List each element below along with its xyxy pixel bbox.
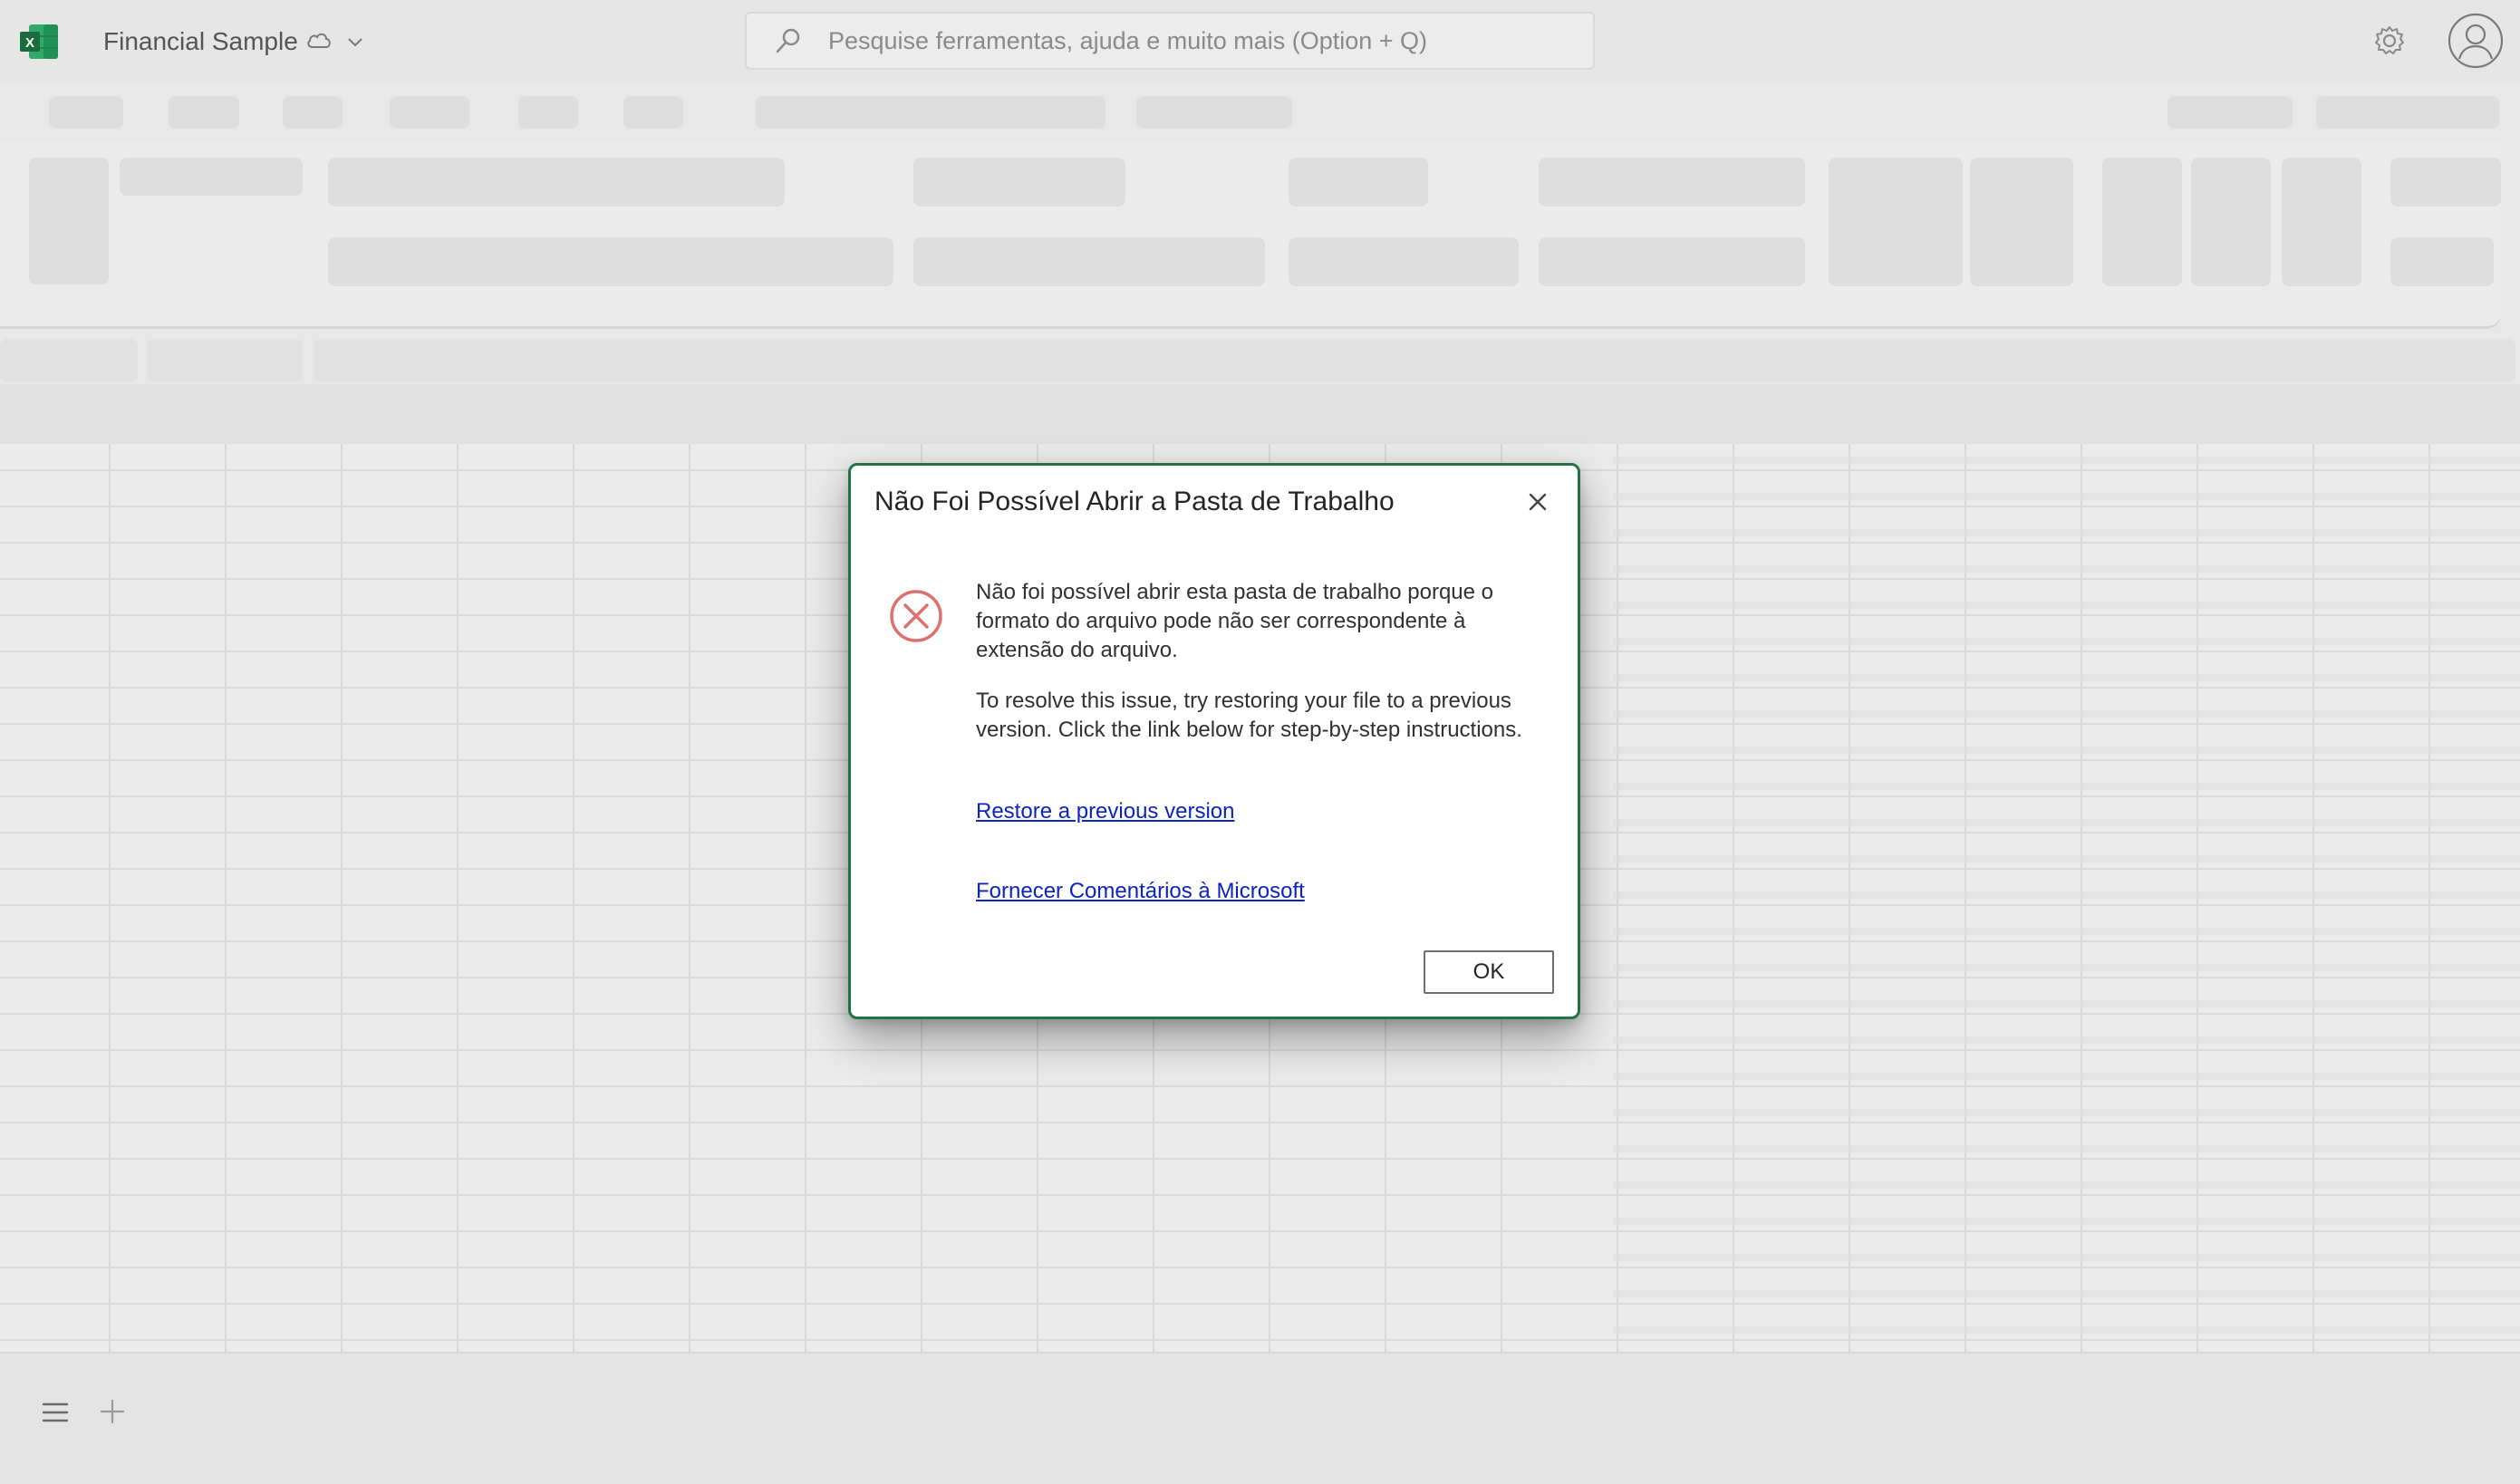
sheet-tabs-bar: [0, 1352, 2520, 1484]
ribbon-control-placeholder: [1829, 158, 1963, 286]
ribbon-control-placeholder: [2191, 158, 2271, 286]
ribbon-control-placeholder: [1539, 237, 1805, 286]
ribbon-tab-placeholder: [169, 96, 239, 129]
ribbon-tab-placeholder: [283, 96, 343, 129]
ribbon-tab-placeholder: [2316, 96, 2499, 129]
gear-icon[interactable]: [2372, 24, 2407, 58]
feedback-link[interactable]: Fornecer Comentários à Microsoft: [976, 877, 1305, 906]
ok-button[interactable]: OK: [1424, 950, 1554, 994]
dialog-title: Não Foi Possível Abrir a Pasta de Trabal…: [874, 487, 1395, 516]
ribbon-tab-placeholder: [756, 96, 1106, 129]
chevron-down-icon[interactable]: [346, 33, 364, 51]
ribbon-tab-placeholder: [623, 96, 683, 129]
restore-previous-version-link[interactable]: Restore a previous version: [976, 797, 1234, 826]
svg-text:X: X: [25, 35, 34, 51]
ribbon-tab-placeholder: [518, 96, 578, 129]
document-title[interactable]: Financial Sample: [103, 24, 298, 59]
ribbon-control-placeholder: [1970, 158, 2073, 286]
error-message-text: Não foi possível abrir esta pasta de tra…: [976, 580, 1494, 662]
ribbon-control-placeholder: [2390, 158, 2501, 207]
ribbon-control-placeholder: [1289, 237, 1519, 286]
ribbon-control-placeholder: [2102, 158, 2182, 286]
hamburger-icon[interactable]: [40, 1399, 71, 1426]
ribbon-control-placeholder: [328, 158, 785, 207]
close-icon[interactable]: [1521, 486, 1554, 518]
ribbon-control-placeholder: [29, 158, 109, 284]
avatar-icon[interactable]: [2448, 13, 2504, 69]
ribbon-control-placeholder: [2282, 158, 2361, 286]
ribbon-control-placeholder: [913, 237, 1265, 286]
ribbon-panel-skeleton: [0, 141, 2501, 329]
dialog-message: Não foi possível abrir esta pasta de tra…: [976, 578, 1538, 745]
ribbon-control-placeholder: [2390, 237, 2494, 286]
formula-input-placeholder: [314, 339, 2515, 382]
search-box[interactable]: [745, 12, 1595, 70]
error-dialog: Não Foi Possível Abrir a Pasta de Trabal…: [848, 463, 1580, 1019]
plus-icon[interactable]: [98, 1397, 127, 1426]
ribbon-control-placeholder: [1539, 158, 1805, 207]
ribbon-control-placeholder: [328, 237, 893, 286]
formula-bar-skeleton: [0, 337, 2520, 384]
column-header-band: [0, 384, 2520, 444]
title-bar: X Financial Sample: [0, 0, 2520, 83]
formula-button-placeholder: [147, 339, 303, 382]
ribbon-tab-placeholder: [2168, 96, 2293, 129]
ribbon-tab-placeholder: [49, 96, 123, 129]
search-input[interactable]: [828, 21, 1571, 61]
grid-loading-shimmer: [1613, 444, 2520, 1352]
error-icon: [890, 590, 942, 642]
ribbon-control-placeholder: [1289, 158, 1428, 207]
excel-logo-icon[interactable]: X: [20, 24, 58, 59]
resolution-message-text: To resolve this issue, try restoring you…: [976, 689, 1522, 742]
search-icon: [776, 28, 800, 53]
cloud-icon: [307, 33, 331, 48]
ribbon-tab-placeholder: [390, 96, 469, 129]
ribbon-tab-placeholder: [1136, 96, 1292, 129]
ribbon-control-placeholder: [120, 158, 303, 196]
ribbon-control-placeholder: [913, 158, 1125, 207]
name-box-placeholder: [0, 339, 138, 382]
